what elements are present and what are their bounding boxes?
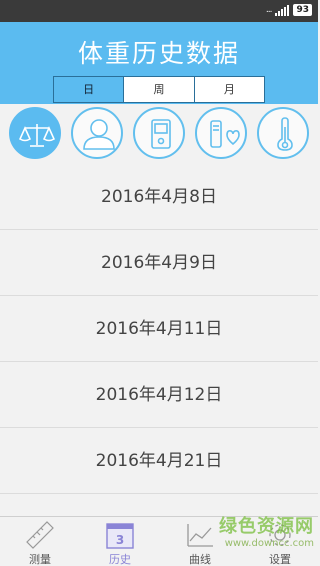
list-item[interactable]: 2016年4月8日 (0, 164, 318, 230)
category-icon-row (0, 104, 318, 164)
page-title: 体重历史数据 (77, 39, 240, 68)
tab-measure[interactable]: 测量 (10, 517, 70, 566)
heart-monitor-icon[interactable] (195, 107, 247, 159)
tab-day[interactable]: 日 (54, 77, 125, 102)
tab-week[interactable]: 周 (124, 77, 195, 102)
list-item[interactable]: 2016年4月21日 (0, 428, 318, 494)
gear-icon (269, 524, 291, 546)
tab-measure-label: 测量 (29, 553, 51, 566)
scale-icon[interactable] (9, 107, 61, 159)
period-tabs: 日 周 月 (53, 76, 265, 103)
tab-history-label: 历史 (109, 553, 131, 566)
tab-settings[interactable]: 设置 (250, 517, 310, 566)
tab-chart[interactable]: 曲线 (170, 517, 230, 566)
header: 体重历史数据 日 周 月 (0, 22, 318, 104)
tab-chart-label: 曲线 (189, 553, 211, 566)
calendar-icon: 3 (106, 523, 134, 549)
list-item[interactable]: 2016年4月11日 (0, 296, 318, 362)
signal-icon (275, 4, 290, 16)
ruler-icon (26, 521, 54, 549)
battery-icon: 93 (293, 4, 312, 16)
status-icons: ... 93 (266, 4, 312, 16)
tab-history[interactable]: 3 历史 (90, 517, 150, 566)
status-bar: ... 93 (0, 0, 318, 22)
thermometer-icon[interactable] (257, 107, 309, 159)
signal-dots: ... (265, 5, 273, 15)
person-icon[interactable] (71, 107, 123, 159)
tab-settings-label: 设置 (269, 553, 291, 566)
calendar-badge: 3 (116, 533, 124, 547)
list-item[interactable]: 2016年4月12日 (0, 362, 318, 428)
date-list: 2016年4月8日 2016年4月9日 2016年4月11日 2016年4月12… (0, 164, 318, 494)
tab-month[interactable]: 月 (195, 77, 264, 102)
bottom-tab-bar: 测量 3 历史 曲线 设置 (0, 516, 318, 566)
chart-icon (187, 524, 213, 547)
list-item[interactable]: 2016年4月9日 (0, 230, 318, 296)
device-icon[interactable] (133, 107, 185, 159)
